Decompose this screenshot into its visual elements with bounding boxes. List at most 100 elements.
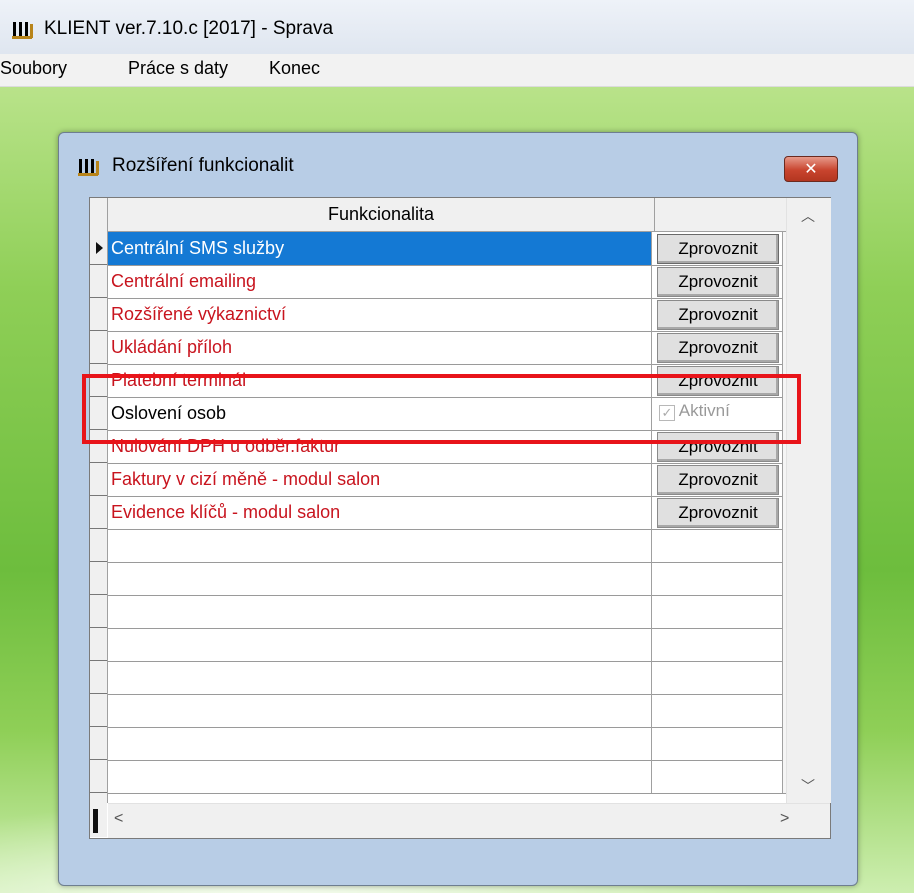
row-marker: [93, 809, 98, 833]
indicator-separator: [90, 462, 107, 463]
enable-button[interactable]: Zprovoznit: [657, 366, 779, 396]
function-name-cell: [108, 727, 652, 760]
action-cell: [655, 628, 787, 661]
table-row[interactable]: [108, 661, 787, 695]
active-checkbox: ✓ Aktivní: [659, 401, 730, 421]
enable-button[interactable]: Zprovoznit: [657, 465, 779, 495]
indicator-separator: [90, 264, 107, 265]
function-name-cell: Evidence klíčů - modul salon: [108, 496, 652, 529]
app-title: KLIENT ver.7.10.c [2017] - Sprava: [44, 18, 334, 39]
indicator-separator: [90, 792, 107, 793]
active-label: Aktivní: [678, 401, 730, 420]
indicator-separator: [90, 561, 107, 562]
action-cell: Zprovoznit: [655, 496, 787, 529]
function-name-cell: Oslovení osob: [108, 397, 652, 430]
extensions-dialog: Rozšíření funkcionalit ✕ Funkcionalita C…: [58, 132, 858, 886]
row-indicator-column: [90, 198, 108, 803]
table-row[interactable]: [108, 694, 787, 728]
check-icon: ✓: [659, 405, 675, 421]
vertical-scrollbar[interactable]: ︿ ﹀: [786, 198, 831, 803]
table-row[interactable]: Centrální SMS služby Zprovoznit: [108, 232, 787, 266]
table-row[interactable]: [108, 628, 787, 662]
table-row[interactable]: Nulování DPH u odběr.faktur Zprovoznit: [108, 430, 787, 464]
function-name-cell: Ukládání příloh: [108, 331, 652, 364]
function-name-cell: Centrální SMS služby: [108, 232, 652, 265]
table-row[interactable]: Ukládání příloh Zprovoznit: [108, 331, 787, 365]
table-row[interactable]: Faktury v cizí měně - modul salon Zprovoz…: [108, 463, 787, 497]
function-name-cell: Rozšířené výkaznictví: [108, 298, 652, 331]
function-name-cell: [108, 661, 652, 694]
action-cell: Zprovoznit: [655, 232, 787, 265]
function-name-cell: [108, 628, 652, 661]
menu-konec[interactable]: Konec: [269, 58, 320, 79]
scroll-up-icon[interactable]: ︿: [801, 206, 815, 226]
menu-soubory[interactable]: Soubory: [0, 58, 67, 79]
function-name-cell: Faktury v cizí měně - modul salon: [108, 463, 652, 496]
dialog-title: Rozšíření funkcionalit: [112, 155, 294, 176]
indicator-separator: [90, 693, 107, 694]
table-row[interactable]: [108, 562, 787, 596]
app-logo-icon: [12, 22, 33, 39]
function-name-cell: Platební terminál: [108, 364, 652, 397]
action-cell: Zprovoznit: [655, 331, 787, 364]
action-cell: ✓ Aktivní: [655, 397, 787, 430]
function-name-cell: [108, 529, 652, 562]
indicator-separator: [90, 429, 107, 430]
indicator-separator: [90, 660, 107, 661]
action-cell: [655, 595, 787, 628]
menu-bar: Soubory Práce s daty Konec: [0, 54, 914, 87]
enable-button[interactable]: Zprovoznit: [657, 498, 779, 528]
table-row[interactable]: Platební terminál Zprovoznit: [108, 364, 787, 398]
indicator-separator: [90, 759, 107, 760]
action-cell: [655, 727, 787, 760]
function-name-cell: [108, 760, 652, 793]
function-name-cell: [108, 595, 652, 628]
function-name-cell: Centrální emailing: [108, 265, 652, 298]
table-row[interactable]: [108, 529, 787, 563]
table-row[interactable]: [108, 595, 787, 629]
indicator-separator: [90, 594, 107, 595]
scroll-right-icon[interactable]: >: [780, 810, 789, 828]
indicator-separator: [90, 297, 107, 298]
scroll-down-icon[interactable]: ﹀: [801, 776, 815, 796]
indicator-separator: [90, 495, 107, 496]
indicator-separator: [90, 396, 107, 397]
action-cell: [655, 760, 787, 793]
enable-button[interactable]: Zprovoznit: [657, 432, 779, 462]
action-cell: [655, 694, 787, 727]
action-cell: Zprovoznit: [655, 265, 787, 298]
functions-grid: Funkcionalita Centrální SMS služby Zprovo…: [89, 197, 831, 839]
enable-button[interactable]: Zprovoznit: [657, 300, 779, 330]
horizontal-scrollbar[interactable]: < >: [108, 803, 830, 838]
indicator-separator: [90, 627, 107, 628]
indicator-separator: [90, 363, 107, 364]
table-row[interactable]: Centrální emailing Zprovoznit: [108, 265, 787, 299]
indicator-separator: [90, 528, 107, 529]
action-cell: [655, 529, 787, 562]
action-cell: Zprovoznit: [655, 463, 787, 496]
table-row[interactable]: [108, 727, 787, 761]
close-button[interactable]: ✕: [784, 156, 838, 182]
column-header-function[interactable]: Funkcionalita: [108, 198, 655, 231]
scroll-left-icon[interactable]: <: [114, 810, 123, 828]
table-row[interactable]: Oslovení osob ✓ Aktivní: [108, 397, 787, 431]
action-cell: [655, 562, 787, 595]
action-cell: Zprovoznit: [655, 364, 787, 397]
function-name-cell: [108, 694, 652, 727]
action-cell: [655, 661, 787, 694]
action-cell: Zprovoznit: [655, 298, 787, 331]
action-cell: Zprovoznit: [655, 430, 787, 463]
enable-button[interactable]: Zprovoznit: [657, 267, 779, 297]
function-name-cell: [108, 562, 652, 595]
menu-prace-s-daty[interactable]: Práce s daty: [128, 58, 228, 79]
function-name-cell: Nulování DPH u odběr.faktur: [108, 430, 652, 463]
dialog-logo-icon: [78, 159, 99, 176]
indicator-separator: [90, 726, 107, 727]
enable-button[interactable]: Zprovoznit: [657, 234, 779, 264]
enable-button[interactable]: Zprovoznit: [657, 333, 779, 363]
column-header-action[interactable]: [655, 198, 786, 231]
table-row[interactable]: Rozšířené výkaznictví Zprovoznit: [108, 298, 787, 332]
table-row[interactable]: Evidence klíčů - modul salon Zprovoznit: [108, 496, 787, 530]
table-row[interactable]: [108, 760, 787, 794]
grid-corner: [90, 803, 107, 837]
